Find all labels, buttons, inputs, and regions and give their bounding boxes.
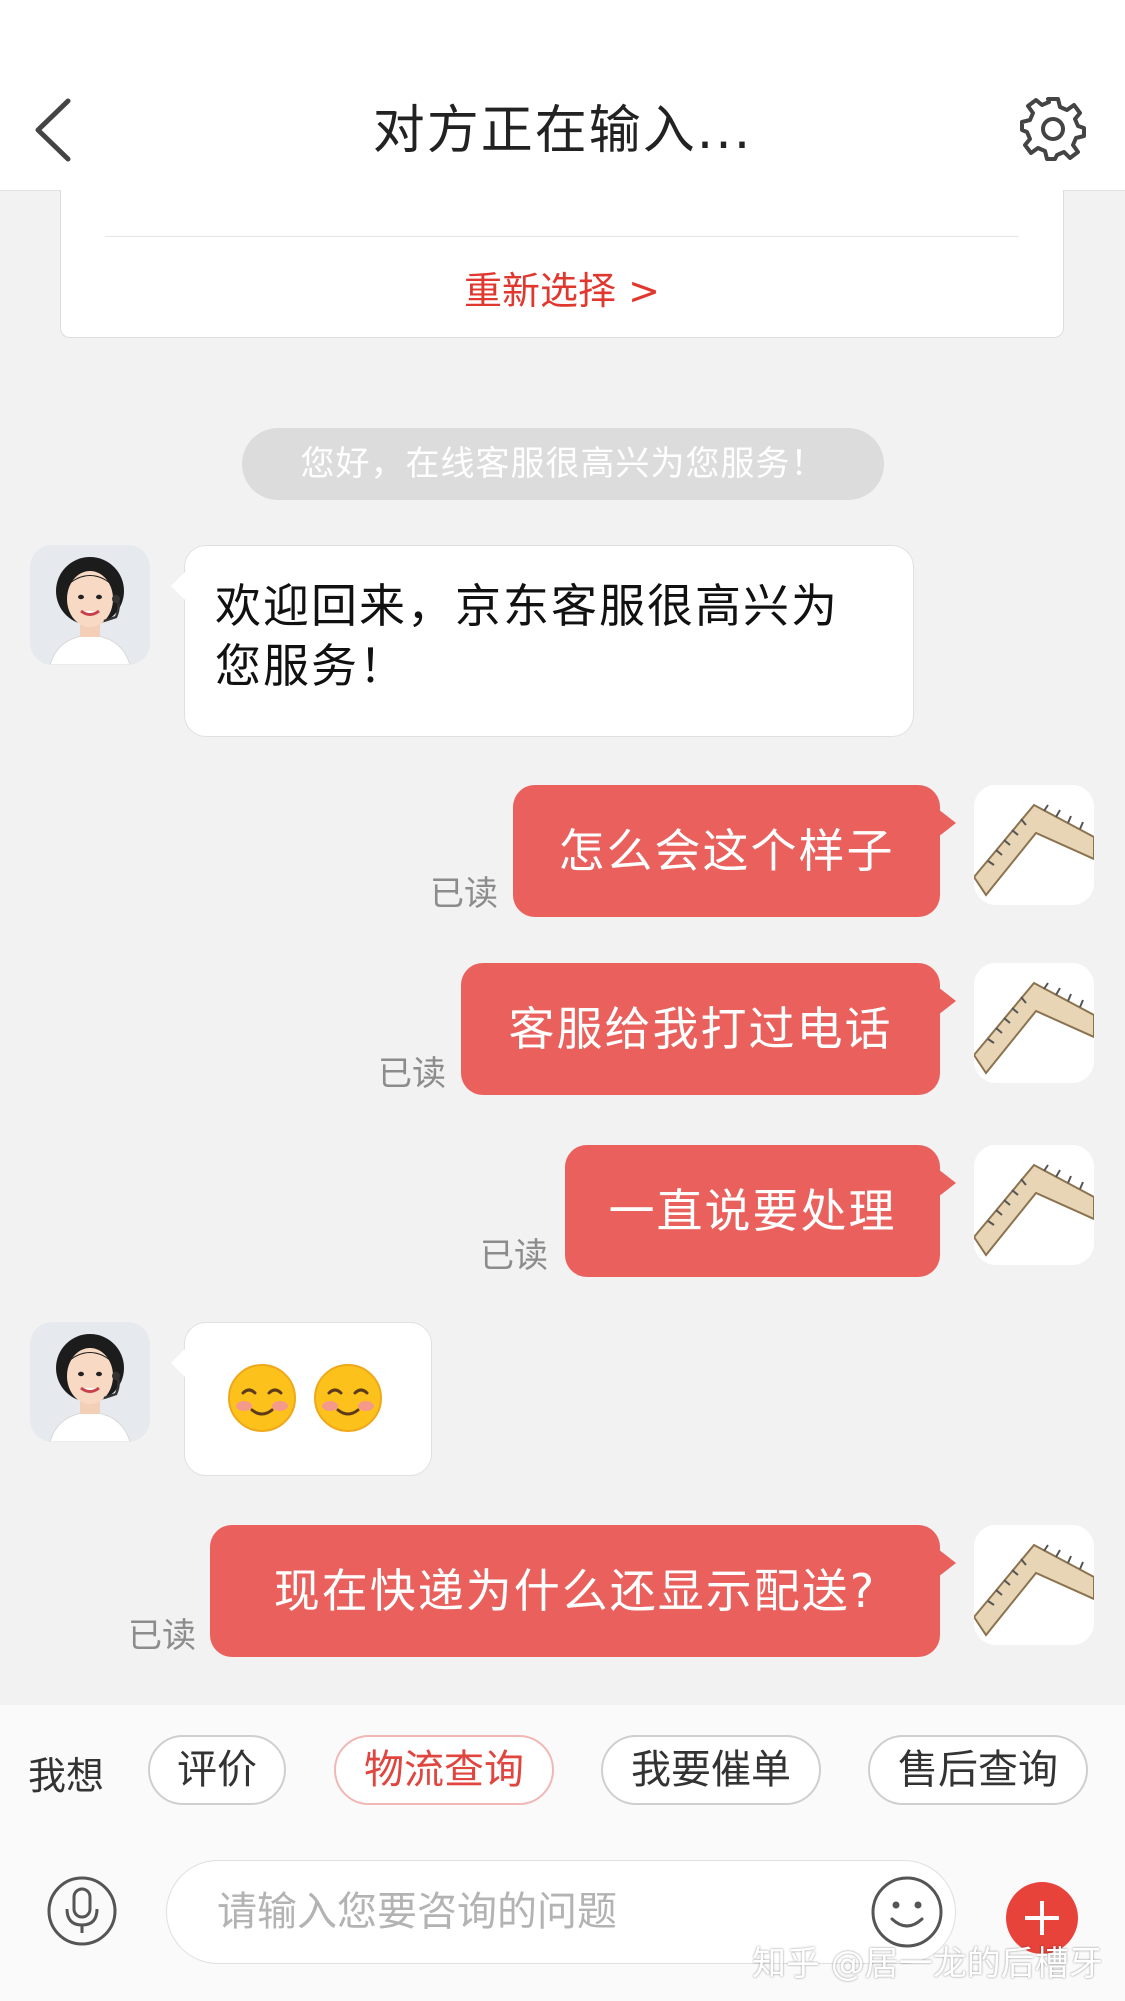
chat-header: 对方正在输入... (0, 0, 1125, 191)
agent-emoji-bubble[interactable] (171, 1322, 432, 1476)
read-status: 已读 (128, 1616, 196, 1656)
reselect-link[interactable]: 重新选择 > (61, 260, 1063, 315)
gear-icon (1020, 97, 1086, 161)
read-status: 已读 (378, 1054, 446, 1094)
agent-message-bubble[interactable]: 欢迎回来，京东客服很高兴为 您服务！ (171, 545, 914, 737)
user-avatar[interactable] (974, 1145, 1094, 1265)
chip-after-sales-query[interactable]: 售后查询 (868, 1735, 1088, 1805)
message-text: 怎么会这个样子 (558, 824, 895, 878)
card-divider (105, 236, 1019, 237)
quick-reply-label: 我想 (28, 1754, 105, 1798)
message-text: 一直说要处理 (608, 1184, 897, 1238)
chip-logistics-query[interactable]: 物流查询 (334, 1735, 554, 1805)
message-text-line: 欢迎回来，京东客服很高兴为 (215, 579, 839, 633)
user-avatar[interactable] (974, 785, 1094, 905)
user-message-bubble[interactable]: 客服给我打过电话 (461, 963, 956, 1095)
settings-button[interactable] (1020, 95, 1086, 161)
read-status: 已读 (480, 1236, 548, 1276)
user-message-bubble[interactable]: 怎么会这个样子 (513, 785, 956, 917)
message-text: 现在快递为什么还显示配送? (273, 1564, 877, 1618)
read-status: 已读 (430, 874, 498, 914)
microphone-icon (47, 1876, 117, 1946)
smiling-blush-emoji (314, 1364, 382, 1432)
voice-button[interactable] (46, 1875, 118, 1947)
system-message: 您好，在线客服很高兴为您服务！ (242, 428, 884, 500)
message-text: 客服给我打过电话 (508, 1002, 893, 1056)
user-avatar[interactable] (974, 1525, 1094, 1645)
watermark: 知乎 @居一龙的后槽牙 (752, 1944, 1103, 1984)
quick-reply-bar: 我想 评价 物流查询 我要催单 售后查询 (0, 1705, 1125, 1825)
agent-avatar[interactable] (30, 1322, 150, 1442)
agent-avatar[interactable] (30, 545, 150, 665)
user-avatar[interactable] (974, 963, 1094, 1083)
smiling-blush-emoji (228, 1364, 296, 1432)
message-text-line: 您服务！ (215, 639, 407, 693)
chip-rate[interactable]: 评价 (148, 1735, 286, 1805)
user-message-bubble[interactable]: 一直说要处理 (565, 1145, 956, 1277)
user-message-bubble[interactable]: 现在快递为什么还显示配送? (210, 1525, 956, 1657)
page-title: 对方正在输入... (372, 101, 753, 161)
chip-urge-order[interactable]: 我要催单 (601, 1735, 821, 1805)
order-card: 重新选择 > (60, 190, 1064, 338)
